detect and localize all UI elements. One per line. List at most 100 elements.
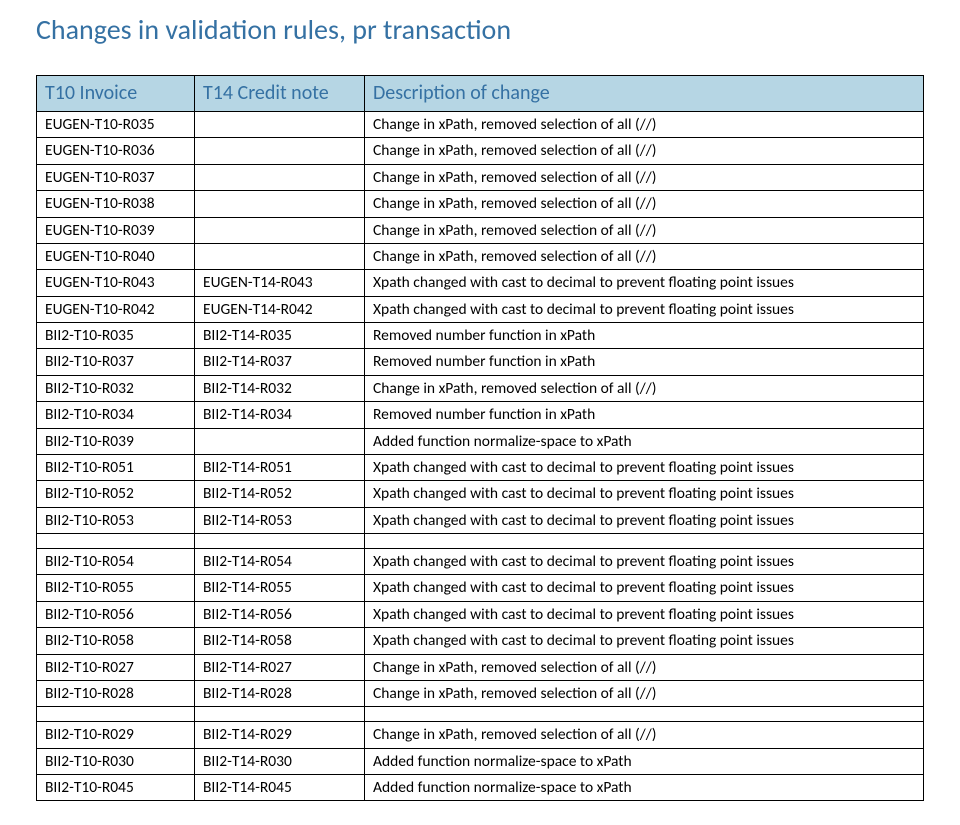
- table-row: BII2-T10-R030BII2-T14-R030Added function…: [37, 748, 924, 774]
- cell-t14-credit: BII2-T14-R051: [195, 454, 365, 480]
- table-row: BII2-T10-R054BII2-T14-R054Xpath changed …: [37, 549, 924, 575]
- cell-t14-credit: [195, 191, 365, 217]
- cell-t14-credit: EUGEN-T14-R043: [195, 270, 365, 296]
- table-row: BII2-T10-R037BII2-T14-R037Removed number…: [37, 349, 924, 375]
- cell-description: Removed number function in xPath: [365, 402, 924, 428]
- cell-description: Change in xPath, removed selection of al…: [365, 654, 924, 680]
- cell-description: Xpath changed with cast to decimal to pr…: [365, 601, 924, 627]
- page-title: Changes in validation rules, pr transact…: [36, 12, 924, 47]
- table-gap-row: [37, 707, 924, 722]
- cell-t14-credit: BII2-T14-R045: [195, 775, 365, 801]
- changes-table: T10 Invoice T14 Credit note Description …: [36, 75, 924, 801]
- table-row: EUGEN-T10-R039 Change in xPath, removed s…: [37, 217, 924, 243]
- cell-t10-invoice: BII2-T10-R053: [37, 507, 195, 533]
- cell-t14-credit: BII2-T14-R032: [195, 375, 365, 401]
- cell-t14-credit: [195, 164, 365, 190]
- cell-description: Xpath changed with cast to decimal to pr…: [365, 628, 924, 654]
- gap-cell: [37, 707, 195, 722]
- cell-description: Added function normalize-space to xPath: [365, 428, 924, 454]
- cell-t10-invoice: EUGEN-T10-R039: [37, 217, 195, 243]
- table-row: BII2-T10-R035BII2-T14-R035Removed number…: [37, 323, 924, 349]
- cell-t10-invoice: BII2-T10-R030: [37, 748, 195, 774]
- cell-t14-credit: BII2-T14-R035: [195, 323, 365, 349]
- table-row: BII2-T10-R045BII2-T14-R045Added function…: [37, 775, 924, 801]
- cell-t14-credit: BII2-T14-R058: [195, 628, 365, 654]
- gap-cell: [195, 707, 365, 722]
- table-row: EUGEN-T10-R043EUGEN-T14-R043Xpath change…: [37, 270, 924, 296]
- table-row: BII2-T10-R034BII2-T14-R034Removed number…: [37, 402, 924, 428]
- page: Changes in validation rules, pr transact…: [0, 0, 960, 825]
- table-row: EUGEN-T10-R035 Change in xPath, removed s…: [37, 112, 924, 138]
- table-body: EUGEN-T10-R035 Change in xPath, removed s…: [37, 112, 924, 801]
- cell-t10-invoice: BII2-T10-R037: [37, 349, 195, 375]
- cell-description: Removed number function in xPath: [365, 323, 924, 349]
- cell-description: Change in xPath, removed selection of al…: [365, 722, 924, 748]
- cell-t14-credit: BII2-T14-R056: [195, 601, 365, 627]
- table-row: EUGEN-T10-R040Change in xPath, removed s…: [37, 243, 924, 269]
- cell-t14-credit: EUGEN-T14-R042: [195, 296, 365, 322]
- col-header-desc: Description of change: [365, 76, 924, 112]
- table-row: BII2-T10-R056BII2-T14-R056Xpath changed …: [37, 601, 924, 627]
- cell-t14-credit: BII2-T14-R054: [195, 549, 365, 575]
- table-row: EUGEN-T10-R037 Change in xPath, removed s…: [37, 164, 924, 190]
- cell-description: Change in xPath, removed selection of al…: [365, 112, 924, 138]
- cell-t14-credit: BII2-T14-R053: [195, 507, 365, 533]
- table-row: BII2-T10-R053BII2-T14-R053Xpath changed …: [37, 507, 924, 533]
- cell-description: Removed number function in xPath: [365, 349, 924, 375]
- cell-description: Change in xPath, removed selection of al…: [365, 375, 924, 401]
- cell-t14-credit: BII2-T14-R027: [195, 654, 365, 680]
- cell-t10-invoice: BII2-T10-R051: [37, 454, 195, 480]
- cell-t14-credit: BII2-T14-R037: [195, 349, 365, 375]
- cell-t10-invoice: BII2-T10-R027: [37, 654, 195, 680]
- cell-t14-credit: BII2-T14-R052: [195, 481, 365, 507]
- cell-t10-invoice: BII2-T10-R035: [37, 323, 195, 349]
- cell-t14-credit: [195, 428, 365, 454]
- cell-t14-credit: BII2-T14-R055: [195, 575, 365, 601]
- cell-description: Added function normalize-space to xPath: [365, 748, 924, 774]
- cell-t10-invoice: EUGEN-T10-R037: [37, 164, 195, 190]
- cell-description: Change in xPath, removed selection of al…: [365, 164, 924, 190]
- cell-t14-credit: BII2-T14-R029: [195, 722, 365, 748]
- cell-t10-invoice: EUGEN-T10-R042: [37, 296, 195, 322]
- table-row: BII2-T10-R029BII2-T14-R029Change in xPat…: [37, 722, 924, 748]
- gap-cell: [195, 534, 365, 549]
- cell-t14-credit: BII2-T14-R034: [195, 402, 365, 428]
- cell-t10-invoice: EUGEN-T10-R038: [37, 191, 195, 217]
- cell-t14-credit: [195, 138, 365, 164]
- cell-description: Change in xPath, removed selection of al…: [365, 191, 924, 217]
- cell-t10-invoice: BII2-T10-R056: [37, 601, 195, 627]
- cell-t10-invoice: EUGEN-T10-R036: [37, 138, 195, 164]
- table-row: BII2-T10-R051BII2-T14-R051Xpath changed …: [37, 454, 924, 480]
- cell-description: Change in xPath, removed selection of al…: [365, 680, 924, 706]
- table-row: BII2-T10-R032BII2-T14-R032Change in xPat…: [37, 375, 924, 401]
- cell-description: Change in xPath, removed selection of al…: [365, 217, 924, 243]
- table-row: EUGEN-T10-R036 Change in xPath, removed s…: [37, 138, 924, 164]
- table-row: EUGEN-T10-R038 Change in xPath, removed s…: [37, 191, 924, 217]
- table-row: BII2-T10-R039 Added function normalize-sp…: [37, 428, 924, 454]
- cell-t14-credit: BII2-T14-R030: [195, 748, 365, 774]
- cell-t10-invoice: BII2-T10-R029: [37, 722, 195, 748]
- cell-description: Xpath changed with cast to decimal to pr…: [365, 481, 924, 507]
- table-row: BII2-T10-R028BII2-T14-R028Change in xPat…: [37, 680, 924, 706]
- table-row: EUGEN-T10-R042EUGEN-T14-R042Xpath change…: [37, 296, 924, 322]
- gap-cell: [365, 707, 924, 722]
- cell-t14-credit: [195, 217, 365, 243]
- cell-t10-invoice: BII2-T10-R032: [37, 375, 195, 401]
- table-row: BII2-T10-R052BII2-T14-R052Xpath changed …: [37, 481, 924, 507]
- cell-description: Xpath changed with cast to decimal to pr…: [365, 507, 924, 533]
- cell-t10-invoice: BII2-T10-R058: [37, 628, 195, 654]
- cell-t10-invoice: BII2-T10-R055: [37, 575, 195, 601]
- cell-t10-invoice: BII2-T10-R028: [37, 680, 195, 706]
- cell-t10-invoice: BII2-T10-R052: [37, 481, 195, 507]
- cell-description: Change in xPath, removed selection of al…: [365, 243, 924, 269]
- cell-t10-invoice: BII2-T10-R039: [37, 428, 195, 454]
- cell-description: Xpath changed with cast to decimal to pr…: [365, 296, 924, 322]
- col-header-t14: T14 Credit note: [195, 76, 365, 112]
- cell-t10-invoice: EUGEN-T10-R035: [37, 112, 195, 138]
- cell-t14-credit: BII2-T14-R028: [195, 680, 365, 706]
- cell-t14-credit: [195, 112, 365, 138]
- table-header: T10 Invoice T14 Credit note Description …: [37, 76, 924, 112]
- table-gap-row: [37, 534, 924, 549]
- cell-t10-invoice: BII2-T10-R054: [37, 549, 195, 575]
- cell-description: Change in xPath, removed selection of al…: [365, 138, 924, 164]
